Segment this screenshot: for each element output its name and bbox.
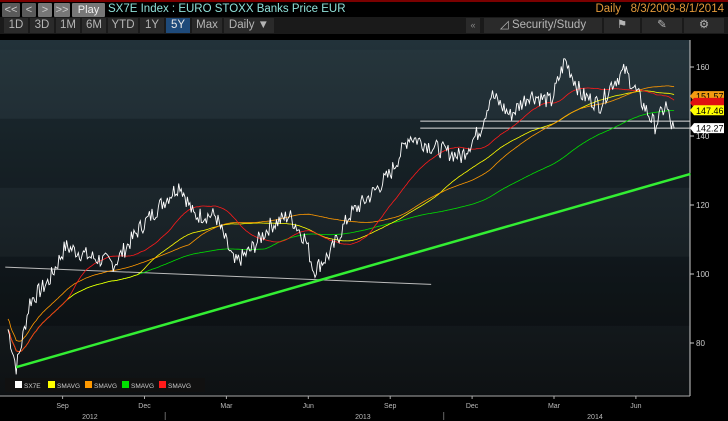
period-6m[interactable]: 6M (82, 18, 106, 33)
period-max[interactable]: Max (192, 18, 222, 33)
y-tick-label: 160 (696, 63, 710, 72)
legend-label: SMAVG (57, 383, 80, 390)
year-label: 2013 (355, 414, 371, 421)
settings-button[interactable]: ⚙ (684, 18, 724, 33)
nav-next-button[interactable]: > (38, 3, 52, 17)
price-chart[interactable]: 80100120140160Sep Dec Mar Jun Sep Dec Mar Jun20… (0, 36, 728, 421)
collapse-button[interactable]: « (466, 18, 480, 33)
x-tick-label: Jun (630, 403, 641, 410)
security-study-button[interactable]: ◿ Security/Study (484, 18, 602, 33)
legend-swatch (159, 381, 166, 388)
edit-icon: ✎ (657, 19, 667, 31)
chart-icon: ◿ (499, 19, 512, 31)
period-3d[interactable]: 3D (30, 18, 54, 33)
last-value-label: 147.46 (696, 106, 724, 116)
x-tick-label: Sep (384, 403, 397, 410)
grid-band (0, 50, 690, 119)
x-tick-label: Mar (220, 403, 233, 410)
grid-band (0, 188, 690, 257)
legend-swatch (15, 381, 22, 388)
frequency-label: Daily (595, 3, 622, 15)
x-tick-label: Jun (303, 403, 314, 410)
year-label: 2012 (82, 414, 98, 421)
date-range-text: 8/3/2009-8/1/2014 (630, 3, 724, 15)
x-tick-label: Sep (56, 403, 69, 410)
legend-label: SMAVG (94, 383, 117, 390)
toolbar: 1D 3D 1M 6M YTD 1Y 5Y Max Daily ▼ « ◿ Se… (0, 17, 728, 34)
legend-label: SMAVG (168, 383, 191, 390)
x-tick-label: Dec (466, 403, 479, 410)
x-tick-label: Dec (138, 403, 151, 410)
edit-button[interactable]: ✎ (642, 18, 682, 33)
x-tick-label: Mar (548, 403, 561, 410)
year-label: 2014 (587, 414, 603, 421)
y-tick-label: 120 (696, 201, 710, 210)
play-button[interactable]: Play (72, 3, 105, 17)
gear-icon: ⚙ (698, 19, 710, 31)
period-5y[interactable]: 5Y (166, 18, 190, 33)
grid-band (0, 118, 690, 188)
period-ytd[interactable]: YTD (108, 18, 138, 33)
period-1d[interactable]: 1D (4, 18, 28, 33)
nav-first-button[interactable]: << (2, 3, 20, 17)
security-title: SX7E Index : EURO STOXX Banks Price EUR (108, 3, 346, 15)
flag-icon: ⚑ (616, 19, 628, 31)
frequency-select[interactable]: Daily ▼ (224, 18, 274, 33)
last-value-label: 142.27 (696, 124, 724, 134)
y-tick-label: 100 (696, 270, 710, 279)
grid-band (0, 256, 690, 326)
nav-last-button[interactable]: >> (54, 3, 70, 17)
legend-label: SX7E (24, 383, 41, 390)
period-1y[interactable]: 1Y (140, 18, 164, 33)
period-1m[interactable]: 1M (56, 18, 80, 33)
flag-button[interactable]: ⚑ (604, 18, 640, 33)
y-tick-label: 80 (696, 339, 705, 348)
legend-swatch (48, 381, 55, 388)
legend-swatch (122, 381, 129, 388)
legend-label: SMAVG (131, 383, 154, 390)
nav-prev-button[interactable]: < (22, 3, 36, 17)
legend-swatch (85, 381, 92, 388)
security-study-label: Security/Study (511, 19, 587, 31)
title-bar: << < > >> Play SX7E Index : EURO STOXX B… (0, 0, 728, 17)
date-range: Daily 8/3/2009-8/1/2014 (595, 3, 724, 15)
